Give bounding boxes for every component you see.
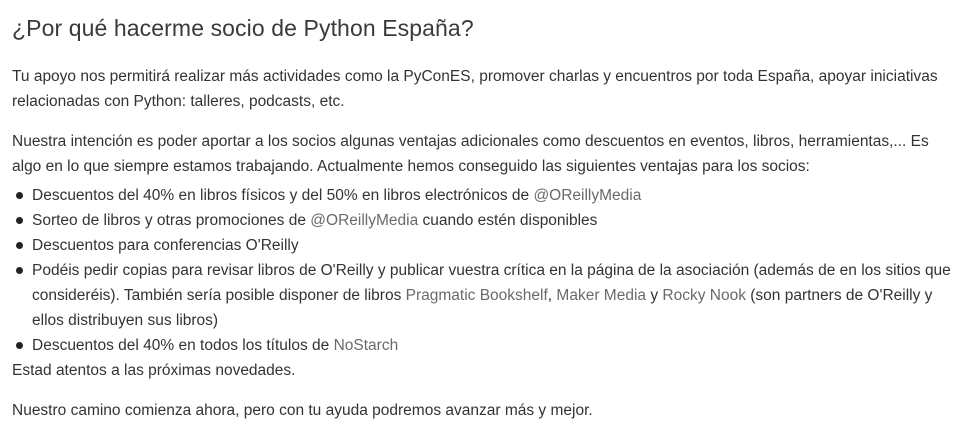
benefit-item-oreilly-discount: Descuentos del 40% en libros físicos y d… bbox=[12, 183, 954, 208]
pragmatic-bookshelf-link[interactable]: Pragmatic Bookshelf bbox=[406, 287, 548, 304]
benefit-text-suffix: cuando estén disponibles bbox=[418, 212, 598, 229]
intro-paragraph: Tu apoyo nos permitirá realizar más acti… bbox=[12, 68, 938, 110]
closing-paragraph: Nuestro camino comienza ahora, pero con … bbox=[12, 402, 593, 419]
benefit-item-nostarch-discount: Descuentos del 40% en todos los títulos … bbox=[12, 333, 954, 358]
separator-text: y bbox=[646, 287, 663, 304]
bullet-icon bbox=[16, 267, 23, 274]
benefit-text: Sorteo de libros y otras promociones de bbox=[32, 212, 311, 229]
bullet-icon bbox=[16, 192, 23, 199]
bullet-icon bbox=[16, 242, 23, 249]
bullet-icon bbox=[16, 217, 23, 224]
section-heading: ¿Por qué hacerme socio de Python España? bbox=[12, 15, 474, 41]
benefit-item-raffle: Sorteo de libros y otras promociones de … bbox=[12, 208, 954, 233]
benefit-item-conference-discount: Descuentos para conferencias O'Reilly bbox=[12, 233, 954, 258]
news-note: Estad atentos a las próximas novedades. bbox=[12, 362, 296, 379]
benefits-list: Descuentos del 40% en libros físicos y d… bbox=[12, 183, 954, 358]
benefit-item-review-copies: Podéis pedir copias para revisar libros … bbox=[12, 258, 954, 333]
oreillymedia-link[interactable]: @OReillyMedia bbox=[533, 187, 641, 204]
maker-media-link[interactable]: Maker Media bbox=[556, 287, 646, 304]
membership-section: ¿Por qué hacerme socio de Python España?… bbox=[0, 0, 954, 423]
benefit-text: Descuentos del 40% en libros físicos y d… bbox=[32, 187, 534, 204]
nostarch-link[interactable]: NoStarch bbox=[334, 337, 399, 354]
bullet-icon bbox=[16, 342, 23, 349]
rocky-nook-link[interactable]: Rocky Nook bbox=[662, 287, 746, 304]
benefits-intro-paragraph: Nuestra intención es poder aportar a los… bbox=[12, 133, 929, 175]
benefit-text: Descuentos del 40% en todos los títulos … bbox=[32, 337, 334, 354]
benefit-text: Descuentos para conferencias O'Reilly bbox=[32, 237, 299, 254]
oreillymedia-link[interactable]: @OReillyMedia bbox=[310, 212, 418, 229]
